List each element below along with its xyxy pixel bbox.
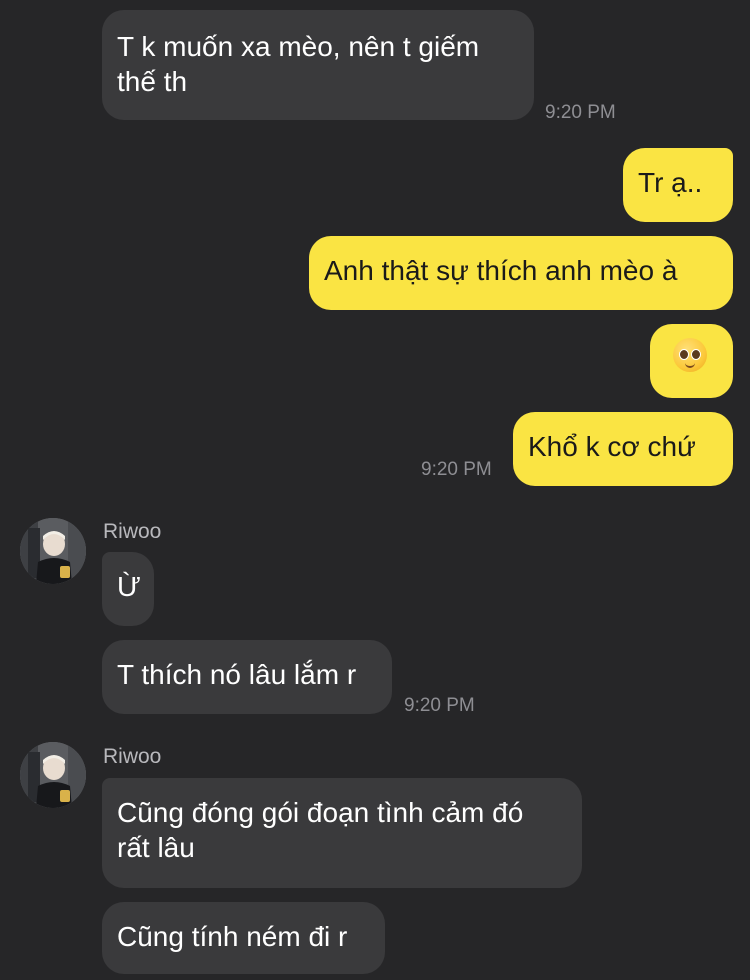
avatar-photo-icon [20, 518, 86, 584]
message-timestamp: 9:20 PM [545, 102, 616, 123]
incoming-message-bubble[interactable]: Cũng tính ném đi r [102, 902, 385, 974]
outgoing-message-bubble[interactable]: Anh thật sự thích anh mèo à [309, 236, 733, 310]
incoming-message-bubble[interactable]: T k muốn xa mèo, nên t giếm thế th [102, 10, 534, 120]
sender-name: Riwoo [103, 520, 162, 543]
outgoing-message-bubble[interactable]: Tr ạ.. [623, 148, 733, 222]
outgoing-message-bubble[interactable]: Khổ k cơ chứ [513, 412, 733, 486]
sender-avatar[interactable] [20, 518, 86, 584]
incoming-message-bubble[interactable]: T thích nó lâu lắm r [102, 640, 392, 714]
sender-name: Riwoo [103, 745, 162, 768]
message-timestamp: 9:20 PM [421, 459, 492, 480]
sender-avatar[interactable] [20, 742, 86, 808]
incoming-message-bubble[interactable]: Cũng đóng gói đoạn tình cảm đó rất lâu [102, 778, 582, 888]
outgoing-emoji-bubble[interactable] [650, 324, 733, 398]
incoming-message-bubble[interactable]: Ừ [102, 552, 154, 626]
pleading-face-icon [673, 338, 707, 372]
avatar-photo-icon [20, 742, 86, 808]
message-timestamp: 9:20 PM [404, 695, 475, 716]
